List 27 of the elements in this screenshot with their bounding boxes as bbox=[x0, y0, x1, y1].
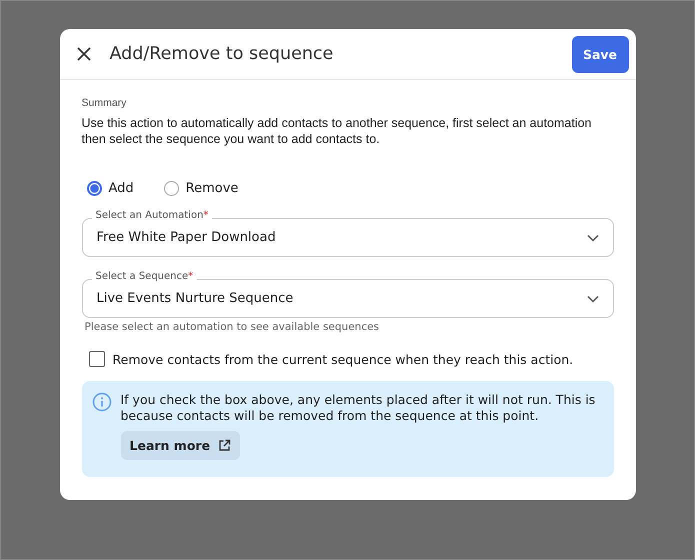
checkbox-label: Remove contacts from the current sequence when they reach this action. bbox=[112, 352, 574, 366]
save-button[interactable]: Save bbox=[572, 36, 628, 72]
select-field[interactable]: Select a Sequence* Live Events Nurture Sequence bbox=[82, 271, 614, 318]
close-button[interactable] bbox=[76, 46, 92, 62]
chevron-down-icon bbox=[586, 234, 598, 242]
info-text: If you check the box above, any elements placed after it will not run. This is because contacts will be removed from the sequence at this point. bbox=[120, 392, 596, 424]
radio-option[interactable]: Add bbox=[86, 181, 134, 196]
radio-button[interactable] bbox=[86, 181, 102, 196]
radio-label: Add bbox=[108, 181, 134, 196]
field-value: Live Events Nurture Sequence bbox=[96, 291, 294, 306]
field-label: Select a Sequence* bbox=[92, 271, 198, 282]
radio-button[interactable] bbox=[164, 181, 179, 196]
field-label: Select an Automation* bbox=[92, 210, 212, 221]
dialog-title: Add/Remove to sequence bbox=[110, 44, 334, 64]
helper-text: Please select an automation to see available sequences bbox=[84, 321, 380, 333]
field-value: Free White Paper Download bbox=[96, 230, 276, 245]
info-icon bbox=[92, 392, 112, 412]
checkbox[interactable] bbox=[88, 351, 104, 367]
summary-text: Use this action to automatically add contacts to another sequence, first select an automation then select the sequence you want to add contacts to. bbox=[82, 115, 593, 147]
learn-more-button[interactable]: Learn more bbox=[120, 431, 240, 460]
chevron-down-icon bbox=[586, 294, 598, 302]
close-icon bbox=[76, 47, 90, 61]
external-link-icon bbox=[218, 439, 232, 452]
radio-label: Remove bbox=[186, 181, 238, 196]
summary-label: Summary bbox=[82, 97, 128, 109]
radio-option[interactable]: Remove bbox=[164, 181, 238, 196]
select-field[interactable]: Select an Automation* Free White Paper Download bbox=[82, 210, 614, 257]
